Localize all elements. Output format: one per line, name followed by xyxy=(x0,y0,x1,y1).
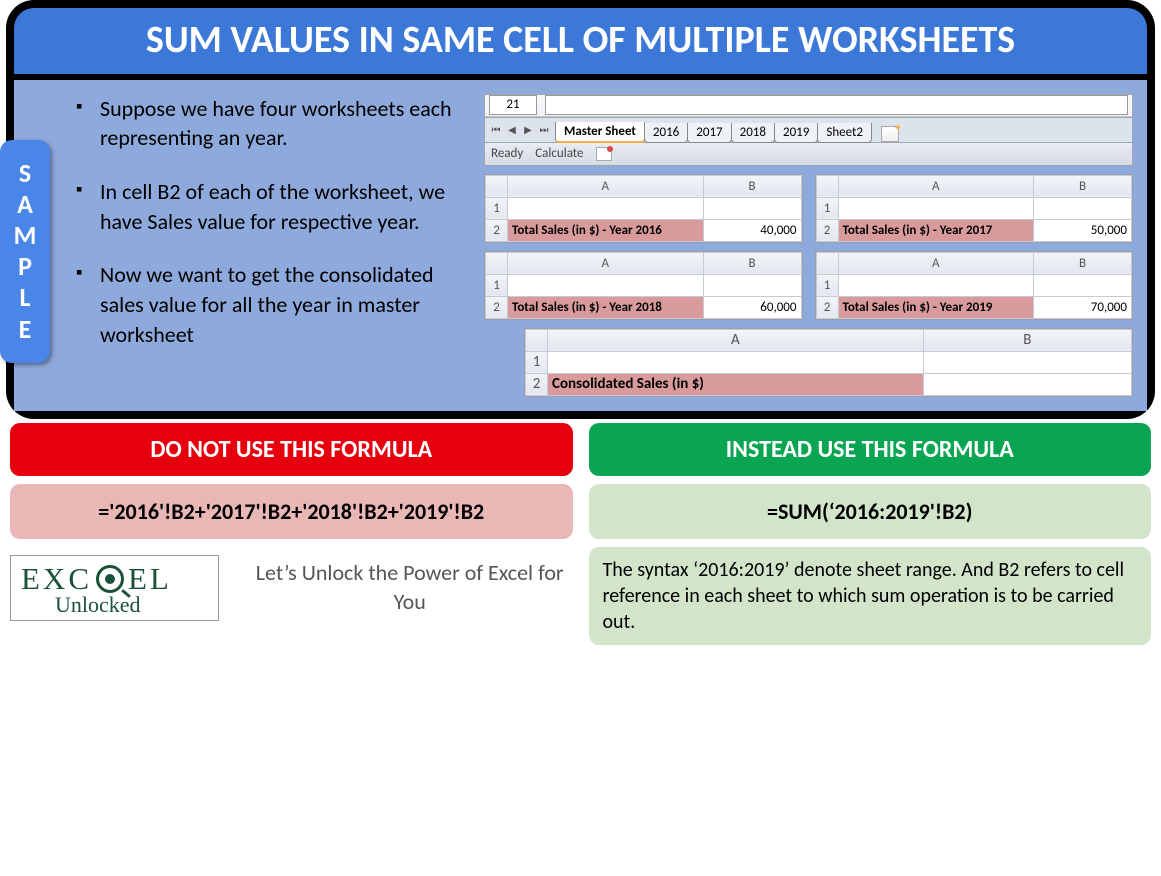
sample-tab-label: S A M P L E xyxy=(0,140,50,363)
sheet-nav-buttons: ⏮ ◀ ▶ ⏭ xyxy=(485,122,555,138)
bullet-item: Now we want to get the consolidated sale… xyxy=(100,260,464,349)
bullet-item: In cell B2 of each of the worksheet, we … xyxy=(100,177,464,236)
row-header-2[interactable]: 2 xyxy=(816,296,838,318)
row-header-1[interactable]: 1 xyxy=(816,274,838,296)
do-not-use-column: DO NOT USE THIS FORMULA ='2016'!B2+'2017… xyxy=(10,423,573,645)
instead-use-banner: INSTEAD USE THIS FORMULA xyxy=(589,423,1152,476)
footer-left: EXC EL Unlocked Let’s Unlock the Power o… xyxy=(10,547,573,629)
sample-letter: E xyxy=(0,314,50,345)
logo-text-exc: EXC xyxy=(21,563,92,594)
first-sheet-button[interactable]: ⏮ xyxy=(489,122,503,138)
bullet-item: Suppose we have four worksheets each rep… xyxy=(100,94,464,153)
mini-grid-2018: AB 1 2Total Sales (in $) - Year 201860,0… xyxy=(484,251,803,320)
col-header-a[interactable]: A xyxy=(548,329,924,351)
excel-unlocked-logo: EXC EL Unlocked xyxy=(10,555,219,621)
cell-a2[interactable]: Total Sales (in $) - Year 2019 xyxy=(838,296,1034,318)
last-sheet-button[interactable]: ⏭ xyxy=(537,122,551,138)
new-sheet-icon[interactable] xyxy=(881,126,899,142)
status-calculate: Calculate xyxy=(535,146,583,161)
sheet-tab-2016[interactable]: 2016 xyxy=(644,123,688,143)
sample-letter: P xyxy=(0,251,50,282)
row-header-2[interactable]: 2 xyxy=(526,373,548,395)
cell-b2[interactable]: 70,000 xyxy=(1034,296,1132,318)
status-ready: Ready xyxy=(491,146,523,161)
sheet-tabs: Master Sheet 2016 2017 2018 2019 Sheet2 xyxy=(555,118,899,142)
row-header-2[interactable]: 2 xyxy=(486,296,508,318)
page-title: SUM VALUES IN SAME CELL OF MULTIPLE WORK… xyxy=(14,8,1147,74)
sample-letter: A xyxy=(0,189,50,220)
row-header-1[interactable]: 1 xyxy=(816,197,838,219)
do-not-use-banner: DO NOT USE THIS FORMULA xyxy=(10,423,573,476)
col-header-b[interactable]: B xyxy=(703,175,801,197)
cell-b2[interactable]: 60,000 xyxy=(703,296,801,318)
name-box[interactable]: 21 xyxy=(489,95,537,115)
mini-grid-2019: AB 1 2Total Sales (in $) - Year 201970,0… xyxy=(815,251,1134,320)
col-header-b[interactable]: B xyxy=(703,252,801,274)
prev-sheet-button[interactable]: ◀ xyxy=(505,122,519,138)
sheet-tab-2018[interactable]: 2018 xyxy=(731,123,775,143)
magnifier-icon xyxy=(93,562,127,596)
explanation-box: The syntax ‘2016:2019’ denote sheet rang… xyxy=(589,547,1152,645)
next-sheet-button[interactable]: ▶ xyxy=(521,122,535,138)
sample-letter: S xyxy=(0,158,50,189)
col-header-b[interactable]: B xyxy=(1034,175,1132,197)
cell-a2[interactable]: Total Sales (in $) - Year 2018 xyxy=(508,296,704,318)
row-header-2[interactable]: 2 xyxy=(816,219,838,241)
macro-record-icon[interactable] xyxy=(596,147,612,161)
excel-tabbar-panel: 21 ⏮ ◀ ▶ ⏭ Master Sheet 2016 2017 2018 xyxy=(484,94,1133,166)
sample-section: S A M P L E Suppose we have four workshe… xyxy=(14,80,1147,411)
logo-text-unlocked: Unlocked xyxy=(55,592,208,618)
cell-a2[interactable]: Consolidated Sales (in $) xyxy=(548,373,924,395)
mini-grid-2016: AB 1 2Total Sales (in $) - Year 201640,0… xyxy=(484,174,803,243)
cell-b2[interactable] xyxy=(923,373,1131,395)
col-header-a[interactable]: A xyxy=(838,175,1034,197)
formula-comparison: DO NOT USE THIS FORMULA ='2016'!B2+'2017… xyxy=(0,423,1161,645)
row-header-1[interactable]: 1 xyxy=(526,351,548,373)
row-header-1[interactable]: 1 xyxy=(486,274,508,296)
col-header-a[interactable]: A xyxy=(508,175,704,197)
col-header-b[interactable]: B xyxy=(1034,252,1132,274)
cell-b2[interactable]: 40,000 xyxy=(703,219,801,241)
sheet-tab-sheet2[interactable]: Sheet2 xyxy=(817,123,872,143)
mini-grid-2017: AB 1 2Total Sales (in $) - Year 201750,0… xyxy=(815,174,1134,243)
logo-text-el: EL xyxy=(128,563,172,594)
sheet-tab-2017[interactable]: 2017 xyxy=(687,123,731,143)
row-header-1[interactable]: 1 xyxy=(486,197,508,219)
sheet-tab-2019[interactable]: 2019 xyxy=(774,123,818,143)
row-header-2[interactable]: 2 xyxy=(486,219,508,241)
instead-use-column: INSTEAD USE THIS FORMULA =SUM(‘2016:2019… xyxy=(589,423,1152,645)
col-header-b[interactable]: B xyxy=(923,329,1131,351)
cell-b2[interactable]: 50,000 xyxy=(1034,219,1132,241)
bullet-list: Suppose we have four worksheets each rep… xyxy=(74,94,464,397)
col-header-a[interactable]: A xyxy=(838,252,1034,274)
sample-letter: L xyxy=(0,282,50,313)
excel-panels: 21 ⏮ ◀ ▶ ⏭ Master Sheet 2016 2017 2018 xyxy=(484,94,1133,397)
sheet-tab-master[interactable]: Master Sheet xyxy=(555,122,645,143)
cell-a2[interactable]: Total Sales (in $) - Year 2017 xyxy=(838,219,1034,241)
mini-grid-master: AB 1 2Consolidated Sales (in $) xyxy=(524,328,1133,397)
formula-bar[interactable] xyxy=(545,95,1128,115)
sample-letter: M xyxy=(0,220,50,251)
document-card: SUM VALUES IN SAME CELL OF MULTIPLE WORK… xyxy=(6,0,1155,419)
cell-a2[interactable]: Total Sales (in $) - Year 2016 xyxy=(508,219,704,241)
bad-formula-box: ='2016'!B2+'2017'!B2+'2018'!B2+'2019'!B2 xyxy=(10,484,573,539)
good-formula-box: =SUM(‘2016:2019'!B2) xyxy=(589,484,1152,539)
tagline: Let’s Unlock the Power of Excel for You xyxy=(247,559,573,616)
col-header-a[interactable]: A xyxy=(508,252,704,274)
